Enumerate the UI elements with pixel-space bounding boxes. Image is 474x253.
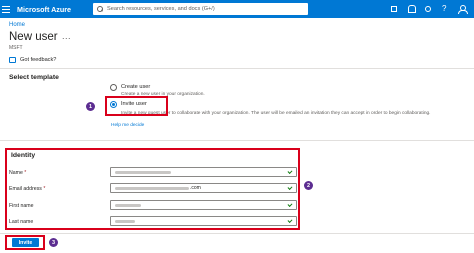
redacted-value	[115, 220, 135, 223]
step-marker-3: 3	[49, 238, 58, 247]
checkmark-icon	[287, 218, 293, 223]
email-domain-suffix: .com	[190, 185, 201, 191]
invite-user-highlight	[105, 96, 168, 116]
email-label: Email address *	[9, 186, 46, 192]
last-name-label: Last name	[9, 219, 34, 225]
breadcrumb-home[interactable]: Home	[9, 22, 25, 28]
brand-title[interactable]: Microsoft Azure	[17, 5, 83, 14]
redacted-value	[115, 187, 189, 190]
settings-icon[interactable]	[424, 5, 432, 13]
email-input[interactable]: .com	[110, 183, 297, 193]
feedback-label: Got feedback?	[20, 57, 57, 63]
first-name-input[interactable]	[110, 200, 297, 210]
step-marker-2: 2	[304, 181, 313, 190]
first-name-label: First name	[9, 203, 34, 209]
redacted-value	[115, 171, 171, 174]
create-user-label: Create user	[121, 84, 151, 90]
checkmark-icon	[287, 185, 293, 190]
page-subtitle: MSFT	[9, 45, 23, 51]
identity-heading: Identity	[11, 152, 36, 159]
search-placeholder: Search resources, services, and docs (G+…	[107, 6, 215, 12]
last-name-input[interactable]	[110, 216, 297, 226]
toolbar-divider	[0, 68, 474, 69]
step-marker-1: 1	[86, 102, 95, 111]
create-user-radio[interactable]	[110, 84, 117, 91]
hamburger-icon[interactable]	[2, 5, 10, 13]
account-icon[interactable]	[458, 5, 468, 14]
invite-button[interactable]: Invite	[12, 238, 39, 247]
feedback-button[interactable]: Got feedback?	[9, 57, 56, 63]
search-icon	[97, 6, 103, 12]
search-box[interactable]: Search resources, services, and docs (G+…	[93, 3, 308, 15]
more-options-button[interactable]: ...	[62, 31, 71, 41]
footer-divider	[0, 233, 474, 234]
checkmark-icon	[287, 202, 293, 207]
name-input[interactable]	[110, 167, 297, 177]
name-label: Name *	[9, 170, 27, 176]
select-template-heading: Select template	[9, 74, 59, 81]
cloud-shell-icon[interactable]	[390, 5, 398, 13]
help-icon[interactable]	[441, 4, 449, 13]
checkmark-icon	[287, 169, 293, 174]
page-title: New user	[9, 31, 58, 43]
help-me-decide-link[interactable]: Help me decide	[111, 123, 144, 128]
top-bar-icons	[390, 4, 468, 14]
redacted-value	[115, 204, 141, 207]
section-divider	[0, 140, 474, 141]
top-bar: Microsoft Azure Search resources, servic…	[0, 0, 474, 18]
feedback-icon	[9, 57, 16, 63]
notifications-icon[interactable]	[407, 5, 416, 13]
